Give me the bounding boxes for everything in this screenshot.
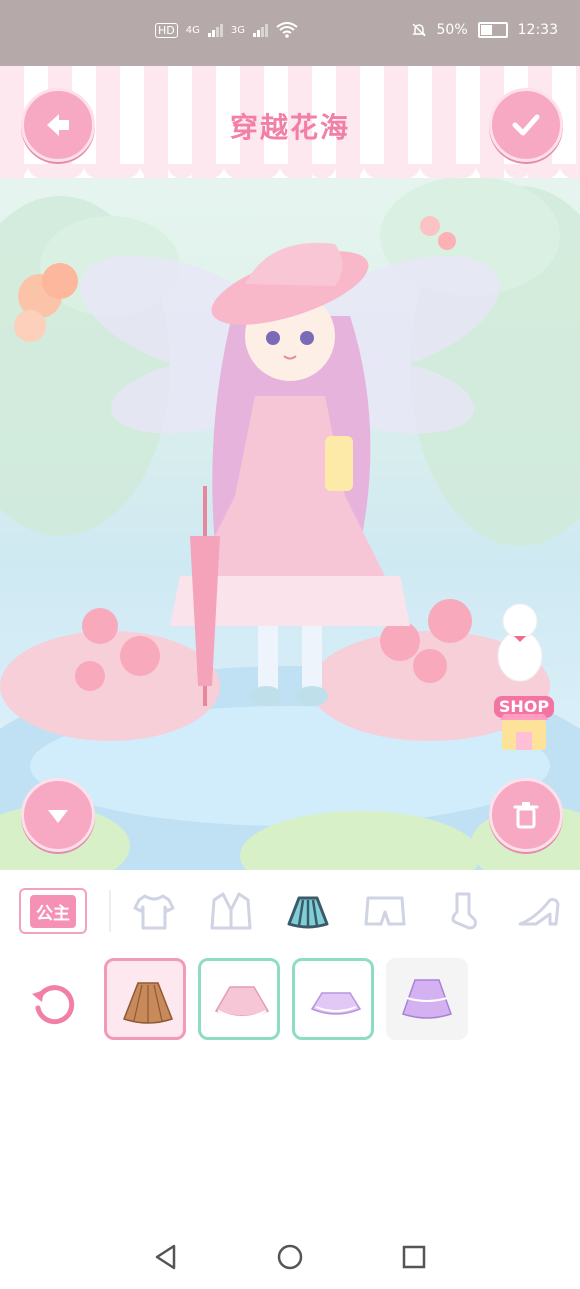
confirm-button[interactable] (489, 88, 563, 162)
circle-home-icon (277, 1244, 303, 1270)
item-lavender-ruffle-skirt[interactable] (292, 958, 374, 1040)
item-brown-pleated-skirt[interactable] (104, 958, 186, 1040)
princess-label: 公主 (30, 894, 76, 928)
purple-skirt-icon (402, 979, 452, 1019)
category-outerwear[interactable] (208, 890, 254, 932)
trash-icon (513, 802, 539, 829)
category-shoes[interactable] (516, 890, 562, 932)
category-tops[interactable] (131, 890, 177, 932)
refresh-icon (32, 985, 75, 1025)
battery-icon (477, 22, 508, 38)
chevron-down-icon (48, 810, 68, 823)
signal-icon (253, 23, 268, 37)
shop-button[interactable]: SHOP (494, 696, 554, 756)
lavender-skirt-icon (310, 992, 362, 1015)
category-skirts[interactable] (285, 890, 331, 932)
hd-icon: HD (155, 22, 178, 38)
wifi-icon (276, 22, 298, 38)
system-nav-bar (0, 1225, 580, 1289)
item-pink-tutu-skirt[interactable] (198, 958, 280, 1040)
back-button[interactable] (21, 88, 95, 162)
nav-back-button[interactable] (152, 1243, 180, 1271)
heel-shoe-icon (518, 898, 560, 926)
sim1-label: 4G (185, 24, 200, 36)
category-socks[interactable] (439, 890, 485, 932)
pink-skirt-icon (214, 986, 270, 1018)
dressup-scene: 穿越花海 SHOP (0, 66, 580, 870)
nav-home-button[interactable] (276, 1243, 304, 1271)
jacket-icon (210, 892, 252, 930)
status-bar: HD 4G 3G 50% 12:33 (0, 0, 580, 66)
clock: 12:33 (517, 22, 558, 38)
nav-recents-button[interactable] (400, 1243, 428, 1271)
item-purple-layered-skirt[interactable] (386, 958, 468, 1040)
back-arrow-icon (47, 114, 69, 136)
brown-skirt-icon (123, 982, 173, 1024)
sim2-label: 3G (230, 24, 245, 36)
reset-outfit-button[interactable] (28, 978, 80, 1030)
category-bar: 公主 (0, 884, 580, 938)
collapse-button[interactable] (21, 778, 95, 852)
tshirt-icon (133, 894, 175, 930)
shop-icon (500, 714, 548, 750)
square-recents-icon (402, 1245, 426, 1269)
battery-percent: 50% (436, 22, 468, 38)
signal-icon (207, 23, 223, 37)
princess-filter-button[interactable]: 公主 (19, 888, 87, 934)
category-divider (109, 890, 111, 932)
skirt-icon (287, 896, 329, 929)
triangle-back-icon (155, 1244, 176, 1270)
shorts-icon (364, 896, 406, 926)
checkmark-icon (512, 114, 540, 136)
sock-icon (451, 892, 477, 930)
category-pants[interactable] (362, 890, 408, 932)
fairy-character (80, 242, 543, 706)
trash-button[interactable] (489, 778, 563, 852)
mute-icon (411, 23, 426, 37)
